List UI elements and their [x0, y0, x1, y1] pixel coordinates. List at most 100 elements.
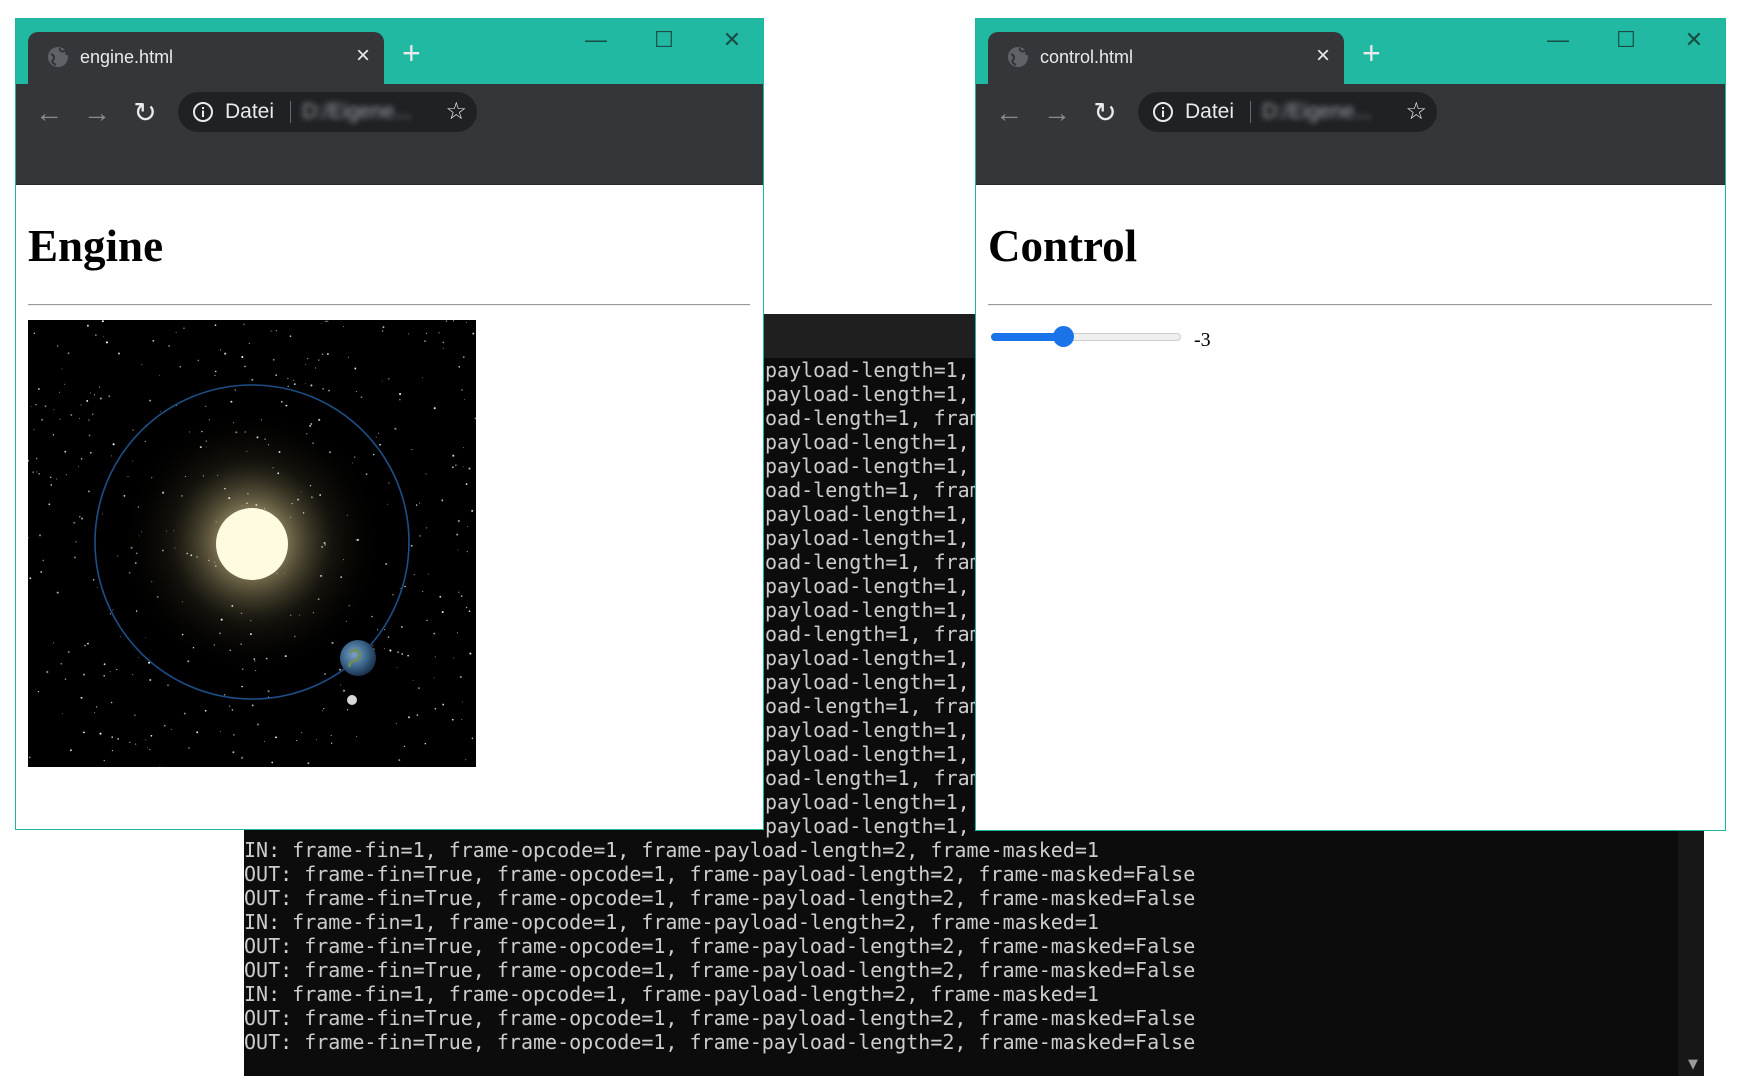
star — [135, 743, 137, 745]
star — [372, 453, 375, 456]
back-arrow-icon[interactable]: ← — [992, 96, 1026, 130]
info-icon[interactable] — [1152, 101, 1174, 123]
star — [433, 407, 436, 410]
star — [132, 460, 134, 462]
star — [467, 526, 468, 527]
star — [50, 476, 52, 478]
star — [241, 355, 244, 359]
star — [116, 669, 118, 671]
star — [91, 413, 94, 415]
star — [452, 454, 455, 457]
star — [42, 559, 45, 562]
forward-arrow-icon[interactable]: → — [80, 96, 114, 130]
star — [468, 610, 471, 613]
star — [464, 398, 466, 400]
star — [89, 392, 91, 394]
star — [62, 713, 64, 715]
star — [83, 731, 85, 734]
url-text[interactable]: D:/Eigene... — [1262, 101, 1372, 123]
moon — [347, 695, 357, 705]
star — [111, 750, 113, 752]
star — [103, 675, 105, 677]
star — [150, 734, 153, 737]
divider — [988, 304, 1712, 306]
star — [415, 504, 418, 506]
maximize-icon[interactable]: ☐ — [649, 25, 679, 55]
reload-icon[interactable]: ↻ — [128, 96, 162, 130]
orbit-canvas[interactable] — [28, 320, 476, 767]
terminal-line: payload-length=1, — [765, 742, 970, 766]
star — [401, 626, 403, 628]
star — [441, 611, 444, 614]
star — [338, 668, 342, 671]
minimize-icon[interactable]: — — [581, 25, 611, 55]
close-icon[interactable]: × — [1316, 42, 1330, 70]
star — [418, 535, 421, 537]
star — [289, 335, 292, 337]
scheme-label: Datei — [225, 100, 275, 123]
star — [233, 734, 235, 736]
star — [371, 615, 373, 618]
star — [287, 385, 289, 387]
reload-icon[interactable]: ↻ — [1088, 96, 1122, 130]
star-icon[interactable]: ☆ — [1405, 98, 1427, 126]
new-tab-button[interactable]: + — [1362, 37, 1381, 69]
star — [84, 644, 86, 647]
star — [389, 649, 392, 652]
star — [425, 527, 428, 529]
page-title: Control — [988, 221, 1138, 271]
star — [343, 326, 345, 327]
forward-arrow-icon[interactable]: → — [1040, 96, 1074, 130]
terminal-line: OUT: frame-fin=True, frame-opcode=1, fra… — [244, 1030, 1196, 1054]
star — [469, 652, 472, 655]
star — [175, 331, 177, 333]
star — [81, 458, 83, 460]
star — [461, 701, 463, 703]
star — [134, 714, 136, 716]
star — [256, 723, 260, 726]
star-icon[interactable]: ☆ — [445, 98, 467, 126]
star — [95, 706, 98, 708]
back-arrow-icon[interactable]: ← — [32, 96, 66, 130]
address-bar[interactable]: Datei D:/Eigene... ☆ — [178, 92, 477, 132]
star — [434, 707, 437, 710]
star — [183, 327, 185, 329]
window-close-icon[interactable]: ✕ — [717, 25, 747, 55]
star — [95, 334, 97, 336]
tab-strip: engine.html × + — ☐ ✕ — [16, 19, 763, 84]
tab-control[interactable]: control.html × — [988, 32, 1344, 84]
minimize-icon[interactable]: — — [1543, 25, 1573, 55]
star — [29, 577, 32, 580]
star — [144, 440, 146, 442]
star — [401, 653, 404, 655]
url-text[interactable]: D:/Eigene... — [302, 101, 412, 123]
star — [321, 353, 324, 355]
star — [424, 340, 426, 342]
star — [433, 632, 436, 635]
address-bar[interactable]: Datei D:/Eigene... ☆ — [1138, 92, 1437, 132]
star — [118, 352, 120, 355]
star — [381, 380, 383, 382]
star — [457, 519, 460, 523]
star — [322, 388, 325, 390]
star — [325, 320, 327, 323]
tab-engine[interactable]: engine.html × — [28, 32, 384, 84]
speed-slider[interactable] — [991, 326, 1181, 347]
info-icon[interactable] — [192, 101, 214, 123]
star — [231, 709, 234, 711]
scroll-down-icon[interactable]: ▼ — [1688, 1057, 1698, 1072]
star — [33, 332, 35, 334]
star — [379, 443, 381, 446]
close-icon[interactable]: × — [356, 42, 370, 70]
tab-title: control.html — [1040, 47, 1134, 67]
star — [442, 341, 445, 344]
star — [67, 651, 70, 653]
star — [61, 368, 63, 370]
terminal-line: payload-length=1, — [765, 718, 970, 742]
new-tab-button[interactable]: + — [402, 37, 421, 69]
browser-toolbar: ← → ↻ Datei D:/Eigene... ☆ — [16, 84, 763, 185]
star — [101, 513, 103, 515]
window-close-icon[interactable]: ✕ — [1679, 25, 1709, 55]
maximize-icon[interactable]: ☐ — [1611, 25, 1641, 55]
slider-thumb[interactable] — [1052, 326, 1074, 347]
